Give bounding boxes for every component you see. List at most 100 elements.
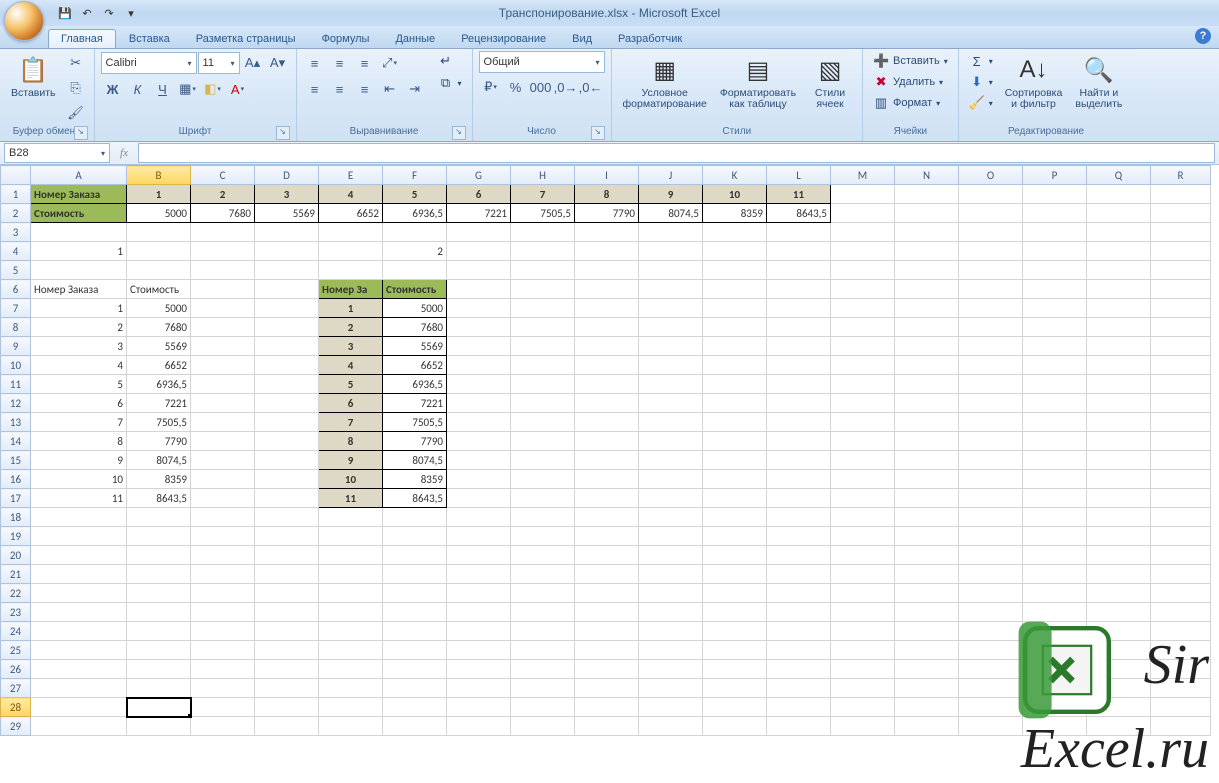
cell[interactable]: [191, 470, 255, 489]
cell[interactable]: [1151, 679, 1211, 698]
cell[interactable]: [1151, 375, 1211, 394]
cell[interactable]: [831, 584, 895, 603]
help-icon[interactable]: ?: [1195, 28, 1211, 44]
cell[interactable]: [703, 622, 767, 641]
cell[interactable]: 7790: [575, 204, 639, 223]
cell[interactable]: [1023, 375, 1087, 394]
row-header-11[interactable]: 11: [1, 375, 31, 394]
cell[interactable]: [511, 432, 575, 451]
cell[interactable]: [703, 698, 767, 717]
cell[interactable]: [255, 508, 319, 527]
row-header-7[interactable]: 7: [1, 299, 31, 318]
cell[interactable]: 7790: [127, 432, 191, 451]
row-header-8[interactable]: 8: [1, 318, 31, 337]
cell[interactable]: [959, 622, 1023, 641]
row-header-25[interactable]: 25: [1, 641, 31, 660]
cell[interactable]: 3: [319, 337, 383, 356]
cell[interactable]: [255, 527, 319, 546]
cell[interactable]: [959, 299, 1023, 318]
format-as-table-button[interactable]: ▤Форматировать как таблицу: [715, 51, 801, 113]
cell[interactable]: [255, 717, 319, 736]
align-top-button[interactable]: ≡: [303, 51, 327, 75]
cell[interactable]: [703, 679, 767, 698]
cell[interactable]: [191, 261, 255, 280]
cell[interactable]: [255, 698, 319, 717]
cell[interactable]: [831, 641, 895, 660]
cell[interactable]: [383, 527, 447, 546]
cell[interactable]: [127, 546, 191, 565]
cell[interactable]: [639, 584, 703, 603]
col-header-Q[interactable]: Q: [1087, 166, 1151, 185]
cell[interactable]: [767, 641, 831, 660]
cell[interactable]: [895, 565, 959, 584]
cell[interactable]: [319, 565, 383, 584]
cell[interactable]: 10: [319, 470, 383, 489]
cell[interactable]: [255, 565, 319, 584]
row-header-3[interactable]: 3: [1, 223, 31, 242]
cell[interactable]: [1023, 299, 1087, 318]
cell[interactable]: [319, 261, 383, 280]
bold-button[interactable]: Ж: [101, 77, 125, 101]
cell[interactable]: [831, 299, 895, 318]
cell[interactable]: [895, 375, 959, 394]
cell[interactable]: [255, 356, 319, 375]
cell[interactable]: [1087, 337, 1151, 356]
cell[interactable]: [575, 489, 639, 508]
cell[interactable]: [1151, 717, 1211, 736]
col-header-O[interactable]: O: [959, 166, 1023, 185]
cell[interactable]: [767, 660, 831, 679]
cell[interactable]: [191, 223, 255, 242]
cell[interactable]: 3: [31, 337, 127, 356]
find-select-button[interactable]: 🔍Найти и выделить: [1070, 51, 1127, 113]
cell[interactable]: [319, 641, 383, 660]
font-launcher[interactable]: ↘: [276, 126, 290, 140]
align-right-button[interactable]: ≡: [353, 77, 377, 101]
fill-button[interactable]: ⬇▾: [965, 72, 997, 92]
cell[interactable]: [1023, 603, 1087, 622]
cell[interactable]: [703, 603, 767, 622]
cell[interactable]: [1087, 698, 1151, 717]
cell[interactable]: [127, 223, 191, 242]
cell[interactable]: [1151, 356, 1211, 375]
cell[interactable]: [31, 603, 127, 622]
cell[interactable]: [191, 432, 255, 451]
cell[interactable]: [1151, 698, 1211, 717]
cell[interactable]: [767, 622, 831, 641]
cell[interactable]: [639, 565, 703, 584]
cell[interactable]: [127, 641, 191, 660]
cell[interactable]: [895, 394, 959, 413]
cell[interactable]: [383, 546, 447, 565]
cell[interactable]: 6652: [319, 204, 383, 223]
cell[interactable]: [959, 698, 1023, 717]
cell[interactable]: 5569: [127, 337, 191, 356]
cell[interactable]: [703, 660, 767, 679]
cell[interactable]: [31, 717, 127, 736]
cell[interactable]: [511, 527, 575, 546]
cell[interactable]: 1: [319, 299, 383, 318]
cell[interactable]: 5: [319, 375, 383, 394]
cell[interactable]: [767, 451, 831, 470]
merge-center-button[interactable]: ⧉▾: [434, 73, 466, 93]
cell[interactable]: [959, 204, 1023, 223]
cell[interactable]: [31, 698, 127, 717]
cell[interactable]: 8643,5: [767, 204, 831, 223]
cell[interactable]: 2: [319, 318, 383, 337]
cell[interactable]: [703, 451, 767, 470]
cell[interactable]: [255, 318, 319, 337]
increase-decimal-button[interactable]: ,0→: [554, 75, 578, 99]
cell[interactable]: [639, 679, 703, 698]
cell[interactable]: [511, 337, 575, 356]
cell[interactable]: 8359: [127, 470, 191, 489]
cell[interactable]: [895, 299, 959, 318]
cell[interactable]: [127, 698, 191, 717]
cell[interactable]: [703, 394, 767, 413]
cell[interactable]: [383, 565, 447, 584]
cell[interactable]: [575, 679, 639, 698]
row-header-5[interactable]: 5: [1, 261, 31, 280]
cell[interactable]: [319, 698, 383, 717]
cell[interactable]: [511, 318, 575, 337]
cell[interactable]: [767, 299, 831, 318]
cell[interactable]: [575, 394, 639, 413]
cell[interactable]: [31, 622, 127, 641]
cell[interactable]: [447, 337, 511, 356]
